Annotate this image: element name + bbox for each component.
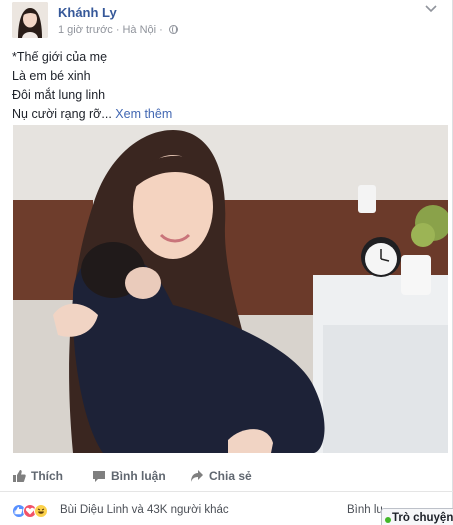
- post-line: Là em bé xinh: [12, 69, 91, 83]
- post-line-last: Nụ cười rạng rỡ... Xem thêm: [12, 105, 432, 124]
- like-label: Thích: [31, 469, 63, 483]
- post-location[interactable]: Hà Nội: [122, 24, 156, 36]
- share-button[interactable]: Chia sẻ: [190, 469, 252, 483]
- meta-separator-2: ·: [159, 24, 163, 36]
- post-meta: 1 giờ trước · Hà Nội ·: [58, 24, 178, 36]
- post-text: *Thế giới của mẹ Là em bé xinh Đôi mắt l…: [12, 48, 432, 124]
- like-button[interactable]: Thích: [12, 469, 63, 483]
- author-avatar[interactable]: [12, 2, 48, 38]
- comments-link[interactable]: Bình lu: [347, 504, 383, 516]
- reaction-summary[interactable]: Bùi Diệu Linh và 43K người khác: [60, 504, 229, 516]
- post-line: Đôi mắt lung linh: [12, 88, 106, 102]
- post-line-text: Nụ cười rạng rỡ...: [12, 107, 112, 121]
- post-photo[interactable]: [13, 125, 448, 453]
- post-header: Khánh Ly 1 giờ trước · Hà Nội ·: [12, 2, 442, 40]
- meta-separator: ·: [115, 24, 120, 36]
- chat-label: Trò chuyện: [392, 512, 453, 524]
- globe-icon[interactable]: [168, 25, 178, 34]
- comment-button[interactable]: Bình luận: [92, 469, 166, 483]
- online-status-dot: [385, 517, 391, 523]
- chat-tab[interactable]: Trò chuyện: [381, 508, 453, 525]
- post-card: Khánh Ly 1 giờ trước · Hà Nội · *Thế giới c…: [0, 0, 453, 525]
- share-label: Chia sẻ: [209, 469, 252, 483]
- reaction-icons[interactable]: [12, 504, 56, 518]
- post-time[interactable]: 1 giờ trước: [58, 24, 113, 36]
- thumbs-up-icon: [13, 470, 26, 482]
- see-more-link[interactable]: Xem thêm: [115, 107, 172, 121]
- haha-icon: [34, 504, 48, 518]
- post-line: *Thế giới của mẹ: [12, 50, 108, 64]
- comment-icon: [93, 471, 105, 482]
- chevron-down-icon[interactable]: [424, 4, 438, 14]
- share-arrow-icon: [191, 470, 203, 482]
- author-name[interactable]: Khánh Ly: [58, 5, 117, 20]
- comment-label: Bình luận: [111, 469, 166, 483]
- post-actions: Thích Bình luận Chia sẻ: [0, 462, 453, 492]
